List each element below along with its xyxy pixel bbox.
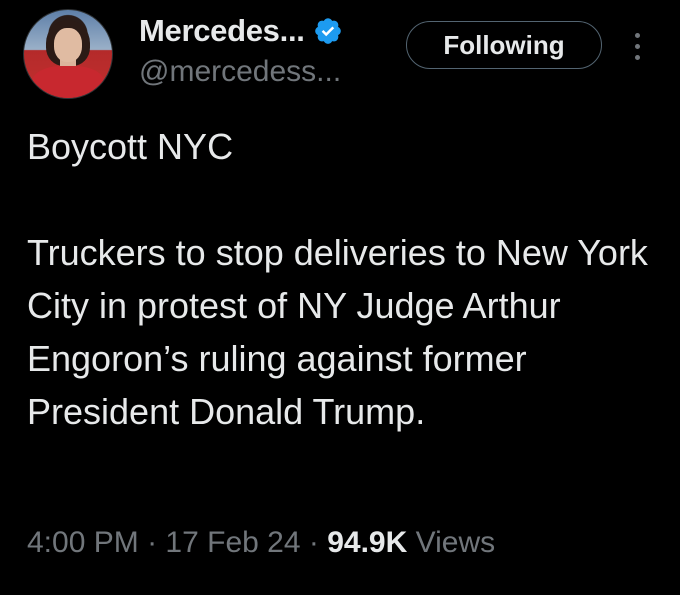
tweet-time[interactable]: 4:00 PM <box>27 526 139 559</box>
views-count: 94.9K <box>327 526 408 559</box>
tweet-line-1: Boycott NYC <box>27 126 234 167</box>
avatar-body <box>32 66 104 98</box>
meta-separator: · <box>147 526 158 559</box>
author-handle[interactable]: @mercedess... <box>139 55 341 89</box>
tweet-body: Truckers to stop deliveries to New York … <box>27 232 648 432</box>
meta-separator: · <box>308 526 319 559</box>
more-dot <box>634 54 640 60</box>
tweet-meta: 4:00 PM · 17 Feb 24 · 94.9K Views <box>27 526 495 560</box>
following-button[interactable]: Following <box>406 21 602 69</box>
author-display-name[interactable]: Mercedes... <box>139 13 305 49</box>
tweet-header: Mercedes... @mercedess... Following <box>0 0 680 110</box>
tweet-date[interactable]: 17 Feb 24 <box>165 526 300 559</box>
more-dot <box>634 32 640 38</box>
more-options-icon[interactable] <box>620 24 654 68</box>
more-dot <box>634 43 640 49</box>
views-label: Views <box>415 526 496 559</box>
author-name-row[interactable]: Mercedes... <box>139 13 343 49</box>
avatar-face <box>54 28 82 62</box>
avatar[interactable] <box>23 9 113 99</box>
verified-badge-icon <box>314 18 341 44</box>
tweet-text: Boycott NYC Truckers to stop deliveries … <box>27 120 667 438</box>
